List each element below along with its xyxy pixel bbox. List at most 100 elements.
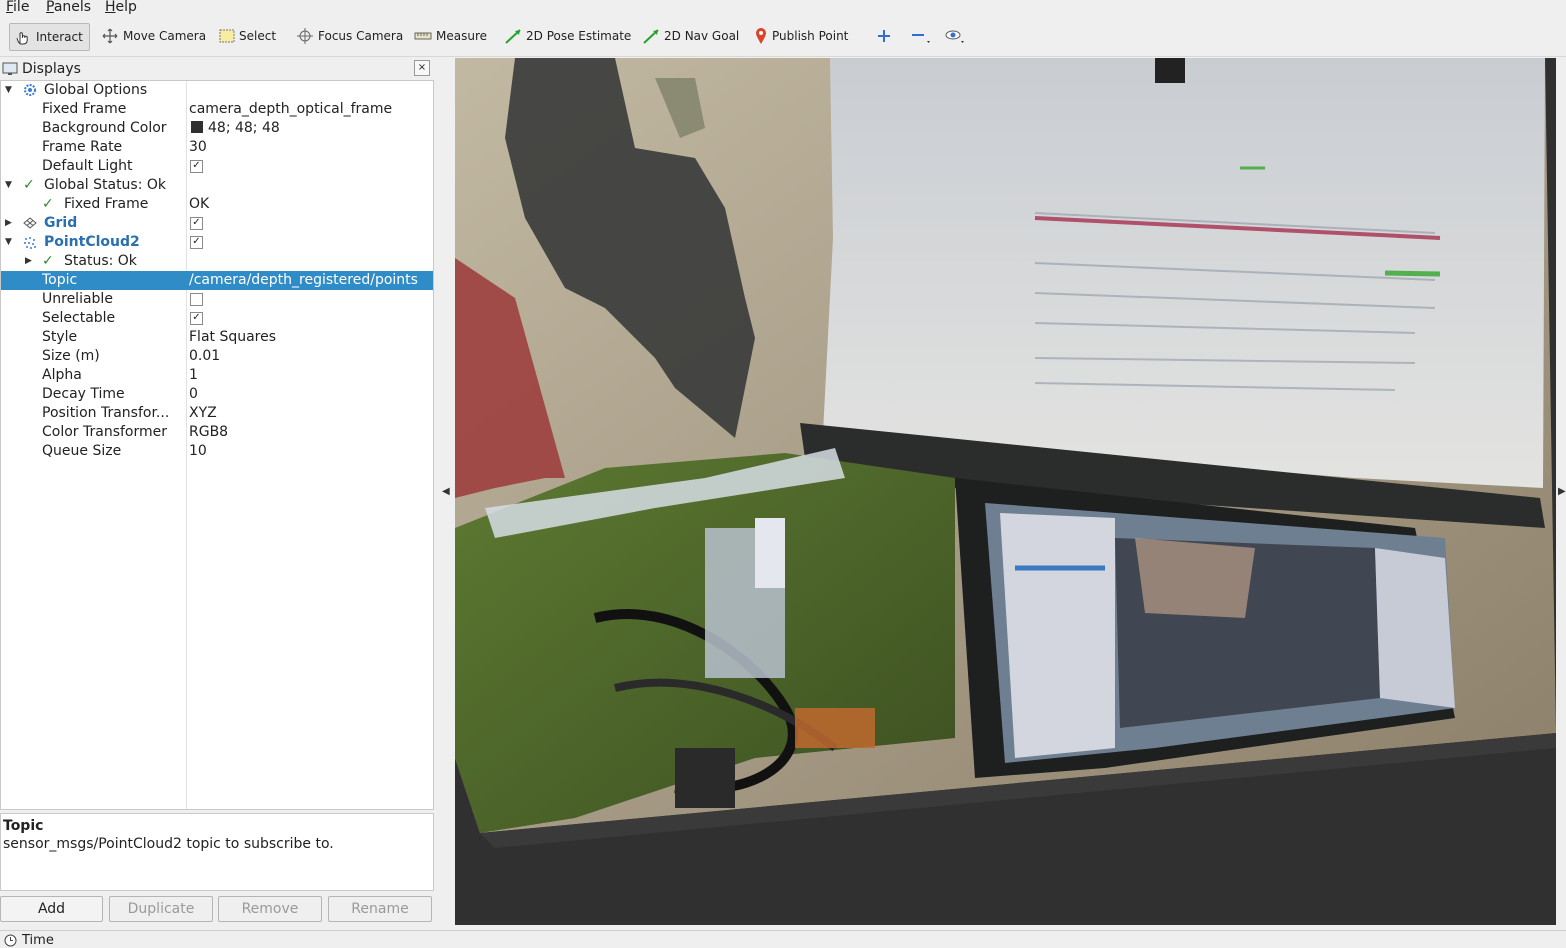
pc-status-label: Status: Ok bbox=[64, 253, 137, 269]
background-color-value[interactable]: 48; 48; 48 bbox=[191, 119, 280, 138]
select-tool-button[interactable]: Select bbox=[219, 23, 276, 49]
toolbar: Interact Move Camera Select Focus Camera… bbox=[0, 18, 1566, 57]
displays-panel-header: Displays × bbox=[0, 58, 433, 80]
tree-row-topic[interactable]: Topic /camera/depth_registered/points bbox=[1, 271, 433, 290]
tree-row-pointcloud2[interactable]: ▼ PointCloud2 ✓ bbox=[1, 233, 433, 252]
pose-estimate-tool-button[interactable]: 2D Pose Estimate bbox=[504, 23, 631, 49]
collapse-arrow-icon[interactable]: ▶ bbox=[25, 252, 35, 271]
focus-camera-tool-button[interactable]: Focus Camera bbox=[296, 23, 403, 49]
tree-row-position-transformer[interactable]: Position Transfor... XYZ bbox=[1, 404, 433, 423]
tree-row-background-color[interactable]: Background Color 48; 48; 48 bbox=[1, 119, 433, 138]
menu-file[interactable]: File bbox=[6, 0, 29, 15]
nav-goal-label: 2D Nav Goal bbox=[664, 29, 740, 43]
tree-row-selectable[interactable]: Selectable ✓ bbox=[1, 309, 433, 328]
queue-size-value[interactable]: 10 bbox=[189, 442, 207, 461]
remove-tool-button[interactable] bbox=[910, 23, 936, 49]
description-title: Topic bbox=[3, 818, 44, 834]
interact-tool-button[interactable]: Interact bbox=[9, 23, 90, 51]
frame-rate-label: Frame Rate bbox=[42, 139, 123, 155]
selectable-checkbox[interactable]: ✓ bbox=[190, 312, 203, 325]
position-transformer-label: Position Transfor... bbox=[42, 405, 170, 421]
size-value[interactable]: 0.01 bbox=[189, 347, 220, 366]
remove-button[interactable]: Remove bbox=[218, 896, 322, 922]
eye-icon bbox=[945, 30, 964, 43]
decay-time-value[interactable]: 0 bbox=[189, 385, 198, 404]
tree-row-decay-time[interactable]: Decay Time 0 bbox=[1, 385, 433, 404]
description-text: sensor_msgs/PointCloud2 topic to subscri… bbox=[3, 836, 334, 852]
add-tool-button[interactable] bbox=[876, 23, 896, 49]
move-camera-tool-button[interactable]: Move Camera bbox=[101, 23, 206, 49]
grid-label: Grid bbox=[44, 215, 78, 231]
menu-bar: File Panels Help bbox=[0, 0, 1566, 18]
topic-value[interactable]: /camera/depth_registered/points bbox=[189, 271, 418, 290]
expand-arrow-icon[interactable]: ▼ bbox=[5, 176, 15, 195]
measure-tool-button[interactable]: Measure bbox=[414, 23, 487, 49]
measure-label: Measure bbox=[436, 29, 487, 43]
topic-label: Topic bbox=[42, 272, 78, 288]
add-button[interactable]: Add bbox=[0, 896, 103, 922]
move-camera-label: Move Camera bbox=[123, 29, 207, 43]
tree-row-pc-status[interactable]: ▶ ✓ Status: Ok bbox=[1, 252, 433, 271]
plus-icon bbox=[878, 30, 890, 42]
tree-row-color-transformer[interactable]: Color Transformer RGB8 bbox=[1, 423, 433, 442]
tree-row-global-status[interactable]: ▼ ✓ Global Status: Ok bbox=[1, 176, 433, 195]
collapse-right-panel-icon[interactable]: ▶ bbox=[1558, 486, 1566, 497]
expand-arrow-icon[interactable]: ▼ bbox=[5, 233, 15, 252]
collapse-arrow-icon[interactable]: ▶ bbox=[5, 214, 15, 233]
panels-view-tool-button[interactable] bbox=[944, 23, 972, 49]
grid-icon bbox=[23, 217, 37, 229]
alpha-value[interactable]: 1 bbox=[189, 366, 198, 385]
displays-tree: ▼ Global Options Fixed Frame camera_dept… bbox=[0, 80, 434, 810]
render-viewport[interactable] bbox=[455, 58, 1556, 925]
style-label: Style bbox=[42, 329, 78, 345]
tree-row-default-light[interactable]: Default Light ✓ bbox=[1, 157, 433, 176]
tree-row-status-fixed-frame[interactable]: ✓ Fixed Frame OK bbox=[1, 195, 433, 214]
default-light-label: Default Light bbox=[42, 158, 133, 174]
tree-row-grid[interactable]: ▶ Grid ✓ bbox=[1, 214, 433, 233]
fixed-frame-value[interactable]: camera_depth_optical_frame bbox=[189, 100, 392, 119]
tree-row-queue-size[interactable]: Queue Size 10 bbox=[1, 442, 433, 461]
menu-panels[interactable]: Panels bbox=[46, 0, 91, 15]
select-label: Select bbox=[239, 29, 277, 43]
duplicate-button[interactable]: Duplicate bbox=[109, 896, 213, 922]
default-light-checkbox[interactable]: ✓ bbox=[190, 160, 203, 173]
status-fixed-frame-value: OK bbox=[189, 196, 210, 212]
grid-checkbox[interactable]: ✓ bbox=[190, 217, 203, 230]
fixed-frame-label: Fixed Frame bbox=[42, 101, 127, 117]
pointcloud2-checkbox[interactable]: ✓ bbox=[190, 236, 203, 249]
tree-row-unreliable[interactable]: Unreliable bbox=[1, 290, 433, 309]
move-camera-icon bbox=[102, 28, 118, 44]
global-status-label: Global Status: Ok bbox=[44, 177, 167, 193]
pointcloud-icon bbox=[24, 237, 36, 249]
pose-estimate-label: 2D Pose Estimate bbox=[526, 29, 632, 43]
unreliable-checkbox[interactable] bbox=[190, 293, 203, 306]
status-bar: Time bbox=[0, 930, 1566, 948]
background-color-label: Background Color bbox=[42, 120, 167, 136]
close-panel-button[interactable]: × bbox=[414, 60, 430, 76]
tree-row-size[interactable]: Size (m) 0.01 bbox=[1, 347, 433, 366]
publish-point-label: Publish Point bbox=[772, 29, 849, 43]
minus-icon bbox=[912, 34, 930, 43]
status-fixed-frame-label: Fixed Frame bbox=[64, 196, 149, 212]
unreliable-label: Unreliable bbox=[42, 291, 113, 307]
style-value[interactable]: Flat Squares bbox=[189, 328, 276, 347]
menu-help[interactable]: Help bbox=[105, 0, 137, 15]
displays-icon bbox=[2, 62, 18, 75]
interact-label: Interact bbox=[36, 30, 83, 44]
collapse-left-panel-icon[interactable]: ◀ bbox=[442, 486, 450, 497]
color-transformer-value[interactable]: RGB8 bbox=[189, 423, 228, 442]
tree-row-global-options[interactable]: ▼ Global Options bbox=[1, 81, 433, 100]
tree-row-style[interactable]: Style Flat Squares bbox=[1, 328, 433, 347]
tree-row-frame-rate[interactable]: Frame Rate 30 bbox=[1, 138, 433, 157]
tree-row-alpha[interactable]: Alpha 1 bbox=[1, 366, 433, 385]
selectable-label: Selectable bbox=[42, 310, 116, 326]
tree-row-fixed-frame[interactable]: Fixed Frame camera_depth_optical_frame bbox=[1, 100, 433, 119]
nav-goal-tool-button[interactable]: 2D Nav Goal bbox=[642, 23, 739, 49]
position-transformer-value[interactable]: XYZ bbox=[189, 404, 217, 423]
global-options-label: Global Options bbox=[44, 82, 148, 98]
expand-arrow-icon[interactable]: ▼ bbox=[5, 81, 15, 100]
rename-button[interactable]: Rename bbox=[328, 896, 432, 922]
frame-rate-value[interactable]: 30 bbox=[189, 138, 207, 157]
publish-point-tool-button[interactable]: Publish Point bbox=[754, 23, 848, 49]
publish-point-icon bbox=[756, 28, 766, 44]
